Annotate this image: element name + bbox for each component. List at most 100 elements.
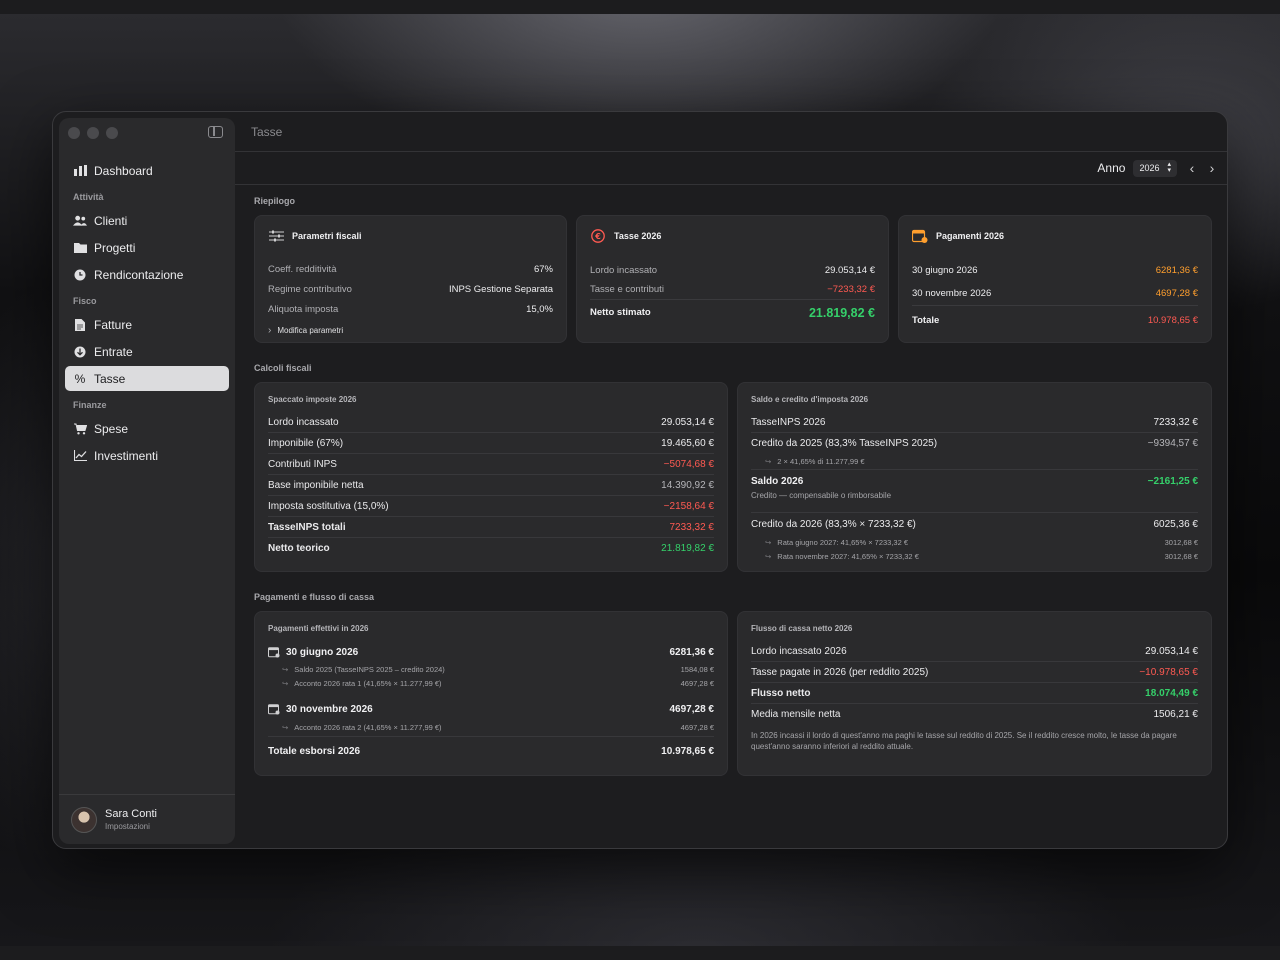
year-select[interactable]: 2026 ▴ ▾ (1133, 159, 1177, 177)
sidebar-item-label: Clienti (94, 213, 128, 228)
lordo-label: Lordo incassato (590, 264, 658, 276)
sidebar-item-investimenti[interactable]: Investimenti (65, 443, 229, 468)
tasse-row: Tasse e contributi −7233,32 € (590, 280, 875, 300)
payment-amount: 4697,28 € (669, 703, 715, 715)
param-row: Aliquota imposta 15,0% (268, 299, 553, 319)
spaccato-row: Base imponibile netta 14.390,92 € (268, 475, 714, 496)
card-spaccato: Spaccato imposte 2026 Lordo incassato 29.… (254, 382, 728, 572)
flusso-note: In 2026 incassi il lordo di quest'anno m… (751, 731, 1177, 751)
avatar (71, 806, 97, 833)
trend-icon (73, 449, 87, 463)
flusso-row: Tasse pagate in 2026 (per reddito 2025) −… (751, 662, 1198, 683)
tasse-row: Netto stimato 21.819,82 € (590, 300, 875, 325)
spaccato-row: Imposta sostitutiva (15,0%) −2158,64 € (268, 496, 714, 517)
sub-label: Rata giugno 2027: 41,65% × 7233,32 € (777, 537, 909, 547)
row-label: Media mensile netta (751, 709, 841, 720)
sidebar-item-label: Rendicontazione (94, 267, 184, 282)
percent-icon: % (74, 371, 86, 386)
user-settings-link[interactable]: Impostazioni (105, 822, 157, 831)
return-arrow-icon: ↪ (765, 537, 772, 547)
sidebar-item-label: Investimenti (94, 448, 159, 463)
card-title: Flusso di cassa netto 2026 (751, 624, 853, 633)
calendar-icon (268, 703, 280, 715)
edit-params-label: Modifica parametri (277, 326, 344, 335)
row-value: −5074,68 € (663, 458, 714, 470)
payment-row: 30 giugno 2026 6281,36 € (268, 642, 714, 662)
sub-value: 4697,28 € (680, 678, 714, 688)
close-window-button[interactable] (68, 127, 80, 139)
sub-label: Acconto 2026 rata 1 (41,65% × 11.277,99 … (294, 678, 442, 688)
payment-total-row: Totale esborsi 2026 10.978,65 € (268, 737, 714, 765)
sub-value: 3012,68 € (1164, 551, 1198, 561)
spaccato-row: Lordo incassato 29.053,14 € (268, 412, 714, 433)
people-icon (73, 214, 87, 228)
total-value: 10.978,65 € (1147, 314, 1198, 326)
sub-row: ↪ Saldo 2025 (TasseINPS 2025 – credito 20… (268, 662, 714, 676)
sidebar-item-label: Fatture (94, 317, 133, 332)
section-title-calcoli: Calcoli fiscali (254, 363, 312, 373)
param-value: 15,0% (526, 303, 553, 315)
svg-text:€: € (594, 232, 601, 241)
flusso-row: Lordo incassato 2026 29.053,14 € (751, 641, 1198, 662)
sidebar-item-dashboard[interactable]: Dashboard (65, 158, 229, 183)
payment-date: 30 giugno 2026 (286, 646, 359, 658)
flusso-cards: Pagamenti effettivi in 2026 30 giugno 20… (254, 611, 1212, 776)
previous-year-button[interactable]: ‹ (1187, 160, 1197, 176)
row-label: Imponibile (67%) (268, 437, 344, 449)
row-label: Base imponibile netta (268, 479, 364, 491)
sliders-icon (268, 229, 284, 243)
row-value: −2158,64 € (663, 500, 714, 512)
sidebar-item-tasse[interactable]: % Tasse (65, 366, 229, 391)
sidebar-item-label: Spese (94, 421, 129, 436)
row-label: Credito da 2025 (83,3% TasseINPS 2025) (751, 438, 938, 449)
row-value: −9394,57 € (1147, 438, 1198, 449)
row-value: 19.465,60 € (661, 437, 714, 449)
next-year-button[interactable]: › (1207, 160, 1217, 176)
zoom-window-button[interactable] (106, 127, 118, 139)
pagamento-row: 30 giugno 2026 6281,36 € (912, 258, 1198, 282)
sidebar-item-label: Dashboard (94, 163, 153, 178)
flusso-row: Flusso netto 18.074,49 € (751, 683, 1198, 704)
sub-row: ↪ Rata novembre 2027: 41,65% × 7233,32 € 3… (751, 549, 1198, 563)
param-label: Aliquota imposta (268, 303, 339, 315)
sidebar-item-clienti[interactable]: Clienti (65, 208, 229, 233)
calendar-icon (268, 646, 280, 658)
row-value: 14.390,92 € (661, 479, 714, 491)
spaccato-row: Contributi INPS −5074,68 € (268, 454, 714, 475)
sidebar-toggle-icon[interactable] (208, 126, 223, 138)
row-value: 29.053,14 € (661, 416, 714, 428)
sidebar-item-entrate[interactable]: Entrate (65, 339, 229, 364)
sidebar-item-progetti[interactable]: Progetti (65, 235, 229, 260)
sidebar-item-rendicontazione[interactable]: Rendicontazione (65, 262, 229, 287)
sub-label: Acconto 2026 rata 2 (41,65% × 11.277,99 … (294, 723, 442, 732)
card-title: Spaccato imposte 2026 (268, 395, 357, 404)
minimize-window-button[interactable] (87, 127, 99, 139)
row-label: Flusso netto (751, 687, 811, 699)
sidebar-item-fatture[interactable]: Fatture (65, 312, 229, 337)
row-value: −10.978,65 € (1139, 666, 1198, 678)
payment-amount: 6281,36 € (669, 646, 715, 658)
edit-params-link[interactable]: › Modifica parametri (268, 325, 553, 336)
row-label: TasseINPS totali (268, 521, 346, 533)
return-arrow-icon: ↪ (282, 664, 289, 674)
sidebar-item-label: Progetti (94, 240, 136, 255)
user-profile[interactable]: Sara Conti Impostazioni (59, 794, 235, 844)
netto-label: Netto stimato (590, 307, 651, 318)
sub-label: 2 × 41,65% di 11.277,99 € (777, 456, 865, 466)
row-label: Saldo 2026 (751, 476, 804, 487)
sub-row: ↪ Acconto 2026 rata 1 (41,65% × 11.277,99… (268, 676, 714, 690)
sidebar-item-label: Tasse (94, 371, 126, 386)
sub-value: 4697,28 € (680, 723, 714, 732)
return-arrow-icon: ↪ (765, 456, 772, 466)
row-value: 1506,21 € (1153, 709, 1199, 720)
section-title-riepilogo: Riepilogo (254, 196, 295, 206)
euro-circle-icon: € (590, 229, 606, 243)
card-title-text: Pagamenti 2026 (936, 231, 1005, 241)
return-arrow-icon: ↪ (765, 551, 772, 561)
content: Riepilogo Parametri fiscali Coeff. reddi… (254, 196, 1212, 776)
row-label: Tasse pagate in 2026 (per reddito 2025) (751, 666, 929, 678)
param-row: Coeff. redditività 67% (268, 259, 553, 279)
total-label: Totale (912, 314, 940, 326)
return-arrow-icon: ↪ (282, 723, 289, 732)
sidebar-item-spese[interactable]: Spese (65, 416, 229, 441)
